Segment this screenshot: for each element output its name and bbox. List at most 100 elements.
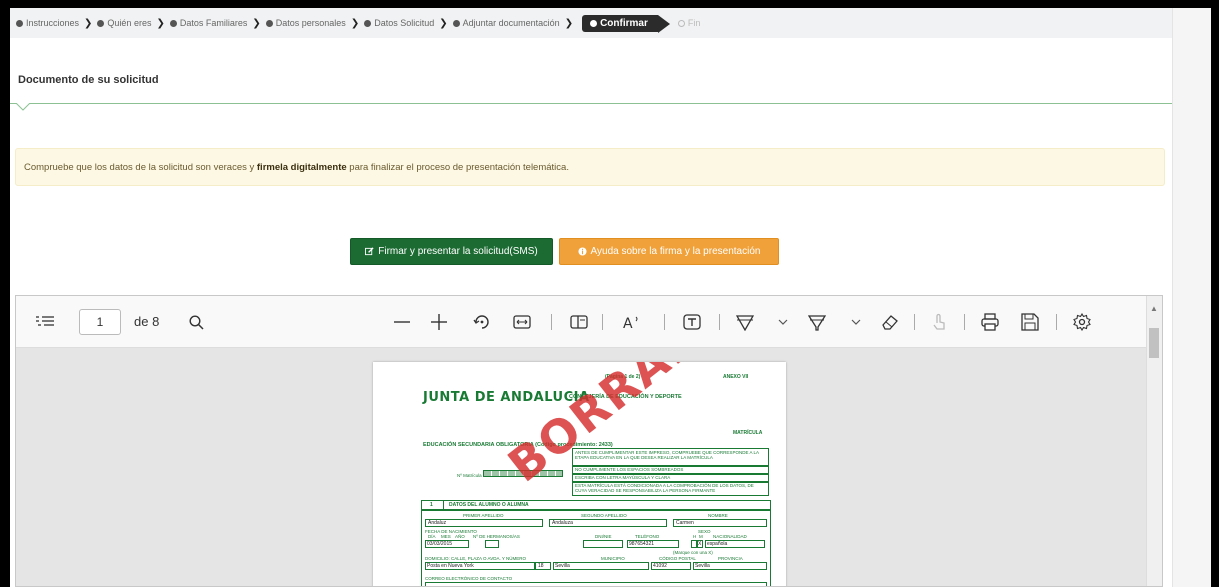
instruction-2: NO CUMPLIMENTE LOS ESPACIOS SOMBREADOS (575, 467, 684, 472)
field-hint: (Marque con una X) (673, 550, 713, 555)
panel-header: Documento de su solicitud (10, 60, 1172, 104)
field-label: CORREO ELECTRÓNICO DE CONTACTO (425, 576, 513, 581)
help-button[interactable]: Ayuda sobre la firma y la presentación (559, 238, 779, 265)
chevron-right-icon: ❯ (439, 17, 448, 29)
field-value: Andaluza (552, 520, 573, 526)
panel-notch (16, 103, 30, 111)
pdf-page: (Página 1 de 2) ANEXO VII JUNTA DE ANDAL… (373, 362, 786, 586)
info-icon (577, 247, 587, 256)
check-circle-icon (169, 19, 177, 27)
side-gutter (1172, 8, 1211, 587)
divider (443, 500, 444, 510)
sidebar-toggle-icon[interactable] (34, 310, 56, 334)
crumb-adjuntar[interactable]: Adjuntar documentación (452, 18, 560, 28)
chevron-down-icon[interactable] (849, 310, 863, 334)
sign-submit-button[interactable]: Firmar y presentar la solicitud(SMS) (350, 238, 553, 265)
svg-text:A: A (623, 316, 633, 330)
section-number: 1 (430, 502, 433, 508)
rotate-icon[interactable] (471, 310, 493, 334)
chevron-right-icon: ❯ (564, 17, 574, 29)
chevron-right-icon: ❯ (156, 17, 165, 29)
alert-bold: firmela digitalmente (256, 162, 347, 173)
n-matricula-label: Nº Matrícula (457, 473, 482, 478)
field-label: DNI/NIE (595, 534, 612, 539)
alert-text: Compruebe que los datos de la solicitud … (24, 162, 257, 173)
field-label: PRIMER APELLIDO (463, 513, 504, 518)
touch-icon (928, 310, 950, 334)
eraser-icon[interactable] (879, 310, 901, 334)
save-icon[interactable] (1019, 310, 1041, 334)
toolbar-divider (602, 314, 603, 330)
breadcrumb: Instrucciones ❯ Quién eres ❯ Datos Famil… (10, 8, 1172, 38)
field-value: española (707, 541, 728, 547)
input-box (583, 540, 623, 548)
chevron-right-icon: ❯ (350, 17, 360, 29)
instruction-3: ESCRIBA CON LETRA MAYÚSCULA Y CLARA (575, 475, 671, 480)
crumb-label: Quién eres (107, 18, 152, 28)
page-view-icon[interactable] (568, 310, 590, 334)
field-value: X (698, 541, 702, 547)
fit-width-icon[interactable] (511, 310, 533, 334)
crumb-datos-familiares[interactable]: Datos Familiares (169, 18, 248, 28)
field-label: DOMICILIO: CALLE, PLAZA O AVDA. Y NÚMERO (425, 556, 527, 561)
settings-icon[interactable] (1071, 310, 1093, 334)
pdf-viewer: 1 de 8 A ▲ (Página 1 de 2) ANEXO VII JUN… (15, 295, 1163, 587)
section-title: DATOS DEL ALUMNO O ALUMNA (449, 502, 529, 508)
toolbar-divider (964, 314, 965, 330)
crumb-datos-solicitud[interactable]: Datos Solicitud (364, 18, 434, 28)
page-total: de 8 (134, 314, 160, 329)
field-label: SEGUNDO APELLIDO (581, 513, 627, 518)
search-icon[interactable] (186, 310, 206, 334)
crumb-confirmar-active: Confirmar (582, 14, 670, 33)
field-label: MUNICIPIO (601, 556, 625, 561)
instruction-1: ANTES DE CUMPLIMENTAR ESTE IMPRESO, COMP… (575, 450, 759, 460)
field-value: 18 (538, 563, 544, 569)
draw-icon[interactable] (734, 310, 756, 334)
field-value: Sevilla (695, 563, 710, 569)
field-value: Carmen (676, 520, 694, 526)
read-aloud-icon[interactable]: A (621, 310, 645, 334)
print-icon[interactable] (979, 310, 1001, 334)
empty-circle-icon (677, 19, 685, 27)
check-circle-icon (364, 19, 372, 27)
field-value: 41092 (653, 563, 667, 569)
toolbar-divider (664, 314, 665, 330)
zoom-out-icon[interactable] (391, 310, 413, 334)
crumb-label: Instrucciones (26, 18, 80, 28)
field-label: Nº DE HERMANOS/AS (473, 534, 520, 539)
field-value: Posta en Nueva York (427, 563, 474, 569)
scrollbar-thumb[interactable] (1149, 328, 1159, 358)
crumb-quien-eres[interactable]: Quién eres (97, 18, 151, 28)
input-box (485, 540, 499, 548)
check-circle-icon (452, 19, 460, 27)
scroll-up-icon[interactable]: ▲ (1150, 304, 1158, 313)
crumb-label: Datos Familiares (179, 18, 248, 28)
matricula-label: MATRÍCULA (733, 430, 763, 436)
crumb-instrucciones[interactable]: Instrucciones (16, 18, 79, 28)
chevron-down-icon[interactable] (776, 310, 790, 334)
anexo-label: ANEXO VII (723, 374, 749, 380)
chevron-right-icon: ❯ (252, 17, 261, 29)
text-box-icon[interactable] (681, 310, 703, 334)
field-label: H (693, 534, 697, 539)
field-label: MES (441, 534, 451, 539)
field-label: AÑO (455, 534, 465, 539)
check-circle-icon (16, 19, 23, 27)
edit-icon (365, 247, 374, 256)
zoom-in-icon[interactable] (428, 310, 450, 334)
field-label: NACIONALIDAD (713, 534, 747, 539)
toolbar-divider (551, 314, 552, 330)
toolbar-divider (914, 314, 915, 330)
crumb-label: Datos personales (275, 18, 346, 28)
crumb-fin: Fin (677, 18, 700, 28)
toolbar-divider (719, 314, 720, 330)
panel-title: Documento de su solicitud (18, 74, 159, 86)
crumb-datos-personales[interactable]: Datos personales (265, 18, 346, 28)
page-number-input[interactable]: 1 (79, 309, 121, 335)
field-label: DÍA (428, 534, 436, 539)
chevron-right-icon: ❯ (84, 17, 93, 29)
highlight-icon[interactable] (806, 310, 828, 334)
sign-submit-label: Firmar y presentar la solicitud(SMS) (378, 246, 538, 257)
app-window: Instrucciones ❯ Quién eres ❯ Datos Famil… (10, 8, 1211, 587)
check-circle-icon (265, 19, 273, 27)
